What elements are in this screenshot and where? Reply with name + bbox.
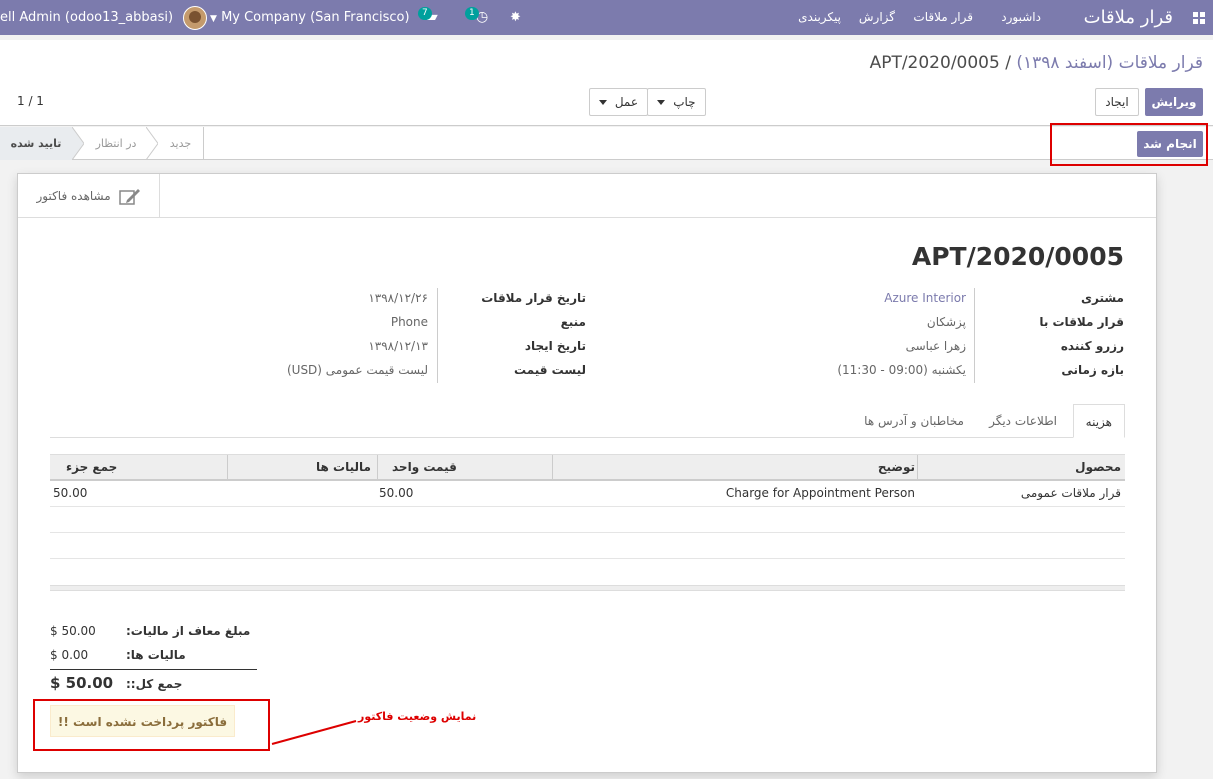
caret-down-icon [657, 100, 666, 105]
breadcrumb-separator: / [1005, 53, 1011, 73]
menu-reports[interactable]: گزارش [859, 0, 895, 35]
table-footer [50, 585, 1125, 591]
col-header-unit-price[interactable]: قیمت واحد [392, 455, 457, 480]
breadcrumb-current: APT/2020/0005 [869, 53, 1000, 73]
col-separator [227, 455, 228, 480]
tab-contacts-addresses[interactable]: مخاطبان و آدرس ها [864, 404, 964, 438]
pager[interactable]: 1 / 1 [17, 94, 44, 108]
action-label: عمل [614, 95, 638, 109]
field-value-appointment-date[interactable]: ۱۳۹۸/۱۲/۲۶ [368, 291, 428, 305]
field-label-source: منبع [560, 315, 586, 329]
activities-badge: 1 [465, 7, 479, 20]
edit-icon [118, 188, 140, 205]
field-value-source[interactable]: Phone [391, 315, 428, 329]
field-value-time-slot[interactable]: یکشنبه (09:00 - 11:30) [837, 363, 966, 377]
create-button[interactable]: ایجاد [1095, 88, 1139, 116]
table-row-empty [50, 507, 1125, 533]
annotation-highlight-box [1050, 123, 1208, 166]
field-value-pricelist[interactable]: لیست قیمت عمومی (USD) [287, 363, 428, 377]
field-value-appointment-with[interactable]: پزشکان [927, 315, 966, 329]
statusbar: انجام شد تایید شده در انتظار جدید [0, 127, 1213, 160]
app-brand[interactable]: قرار ملاقات [1084, 0, 1173, 35]
company-name: My Company (San Francisco) [221, 10, 410, 25]
taxes-value: $ 0.00 [50, 648, 89, 662]
col-header-subtotal[interactable]: جمع جزء [66, 455, 117, 480]
status-chevron [146, 127, 158, 160]
user-menu[interactable]: ell Admin (odoo13_abbasi) [0, 0, 208, 35]
cell-product: قرار ملاقات عمومی [1020, 486, 1121, 500]
print-dropdown[interactable]: چاپ [647, 88, 706, 116]
field-value-customer[interactable]: Azure Interior [884, 291, 966, 305]
field-label-pricelist: لیست قیمت [514, 363, 586, 377]
edit-button[interactable]: ویرایش [1145, 88, 1203, 116]
top-navbar: قرار ملاقات داشبورد قرار ملاقات گزارش پی… [0, 0, 1213, 35]
tab-other-info[interactable]: اطلاعات دیگر [989, 404, 1057, 438]
field-label-booker: رزرو کننده [1060, 339, 1124, 353]
col-separator [377, 455, 378, 480]
field-value-create-date[interactable]: ۱۳۹۸/۱۲/۱۳ [368, 339, 428, 353]
col-header-taxes[interactable]: مالیات ها [316, 455, 371, 480]
control-panel: قرار ملاقات (اسفند ۱۳۹۸) / APT/2020/0005… [0, 40, 1213, 126]
menu-configuration[interactable]: پیکربندی [798, 0, 841, 35]
menu-dashboard[interactable]: داشبورد [1001, 0, 1041, 35]
table-row-empty [50, 533, 1125, 559]
print-label: چاپ [673, 95, 696, 109]
button-box: مشاهده فاکتور [18, 174, 1156, 218]
avatar [183, 5, 208, 30]
view-invoice-label: مشاهده فاکتور [36, 189, 111, 203]
table-row[interactable]: قرار ملاقات عمومی Charge for Appointment… [50, 481, 1125, 507]
status-pending[interactable]: در انتظار [86, 127, 146, 160]
table-row-empty [50, 559, 1125, 585]
apps-menu-icon[interactable] [1191, 0, 1205, 35]
field-label-customer: مشتری [1080, 291, 1124, 305]
messages-badge: 7 [418, 7, 432, 20]
company-switcher[interactable]: ▼ My Company (San Francisco) [210, 0, 410, 35]
field-label-appointment-with: قرار ملاقات با [1039, 315, 1124, 329]
record-title: APT/2020/0005 [911, 242, 1124, 271]
col-separator [552, 455, 553, 480]
cell-unit-price: 50.00 [379, 486, 414, 500]
field-divider [974, 288, 975, 383]
notebook-tabs: هزینه اطلاعات دیگر مخاطبان و آدرس ها [50, 404, 1125, 438]
field-label-appointment-date: تاریخ قرار ملاقات [481, 291, 586, 305]
untaxed-amount-value: $ 50.00 [50, 624, 96, 638]
user-name: ell Admin (odoo13_abbasi) [0, 10, 174, 25]
taxes-label: مالیات ها: [126, 648, 186, 662]
field-label-time-slot: بازه زمانی [1061, 363, 1124, 377]
breadcrumb-parent[interactable]: قرار ملاقات (اسفند ۱۳۹۸) [1016, 53, 1203, 73]
caret-down-icon [598, 100, 607, 105]
bug-icon[interactable]: ✸ [510, 0, 521, 35]
untaxed-amount-label: مبلغ معاف از مالیات: [126, 624, 251, 638]
menu-appointments[interactable]: قرار ملاقات [913, 0, 973, 35]
table-header: محصول توضیح قیمت واحد مالیات ها جمع جزء [50, 454, 1125, 481]
annotation-caption: نمایش وضعیت فاکتور [358, 710, 477, 723]
status-new[interactable]: جدید [158, 127, 204, 160]
order-lines-table: محصول توضیح قیمت واحد مالیات ها جمع جزء … [50, 454, 1125, 591]
totals-divider [50, 669, 257, 670]
col-header-product[interactable]: محصول [1075, 455, 1121, 480]
annotation-highlight-box [33, 699, 270, 751]
status-confirmed[interactable]: تایید شده [0, 127, 72, 160]
tab-cost[interactable]: هزینه [1072, 404, 1125, 438]
cell-subtotal: 50.00 [53, 486, 88, 500]
field-label-create-date: تاریخ ایجاد [524, 339, 586, 353]
form-sheet: مشاهده فاکتور APT/2020/0005 مشتری Azure … [17, 173, 1157, 773]
status-chevron [72, 127, 84, 160]
cell-description: Charge for Appointment Person [725, 486, 915, 500]
field-value-booker[interactable]: زهرا عباسی [906, 339, 966, 353]
breadcrumb: قرار ملاقات (اسفند ۱۳۹۸) / APT/2020/0005 [870, 53, 1203, 73]
annotation-arrow [271, 720, 357, 745]
field-divider [437, 288, 438, 383]
total-value: $ 50.00 [50, 674, 114, 692]
view-invoice-button[interactable]: مشاهده فاکتور [18, 174, 160, 218]
col-header-description[interactable]: توضیح [878, 455, 915, 480]
col-separator [917, 455, 918, 480]
activity-clock-icon[interactable]: ◷ [476, 0, 488, 35]
caret-down-icon: ▼ [210, 14, 217, 24]
total-label: جمع کل:: [126, 677, 183, 691]
action-dropdown[interactable]: عمل [589, 88, 648, 116]
